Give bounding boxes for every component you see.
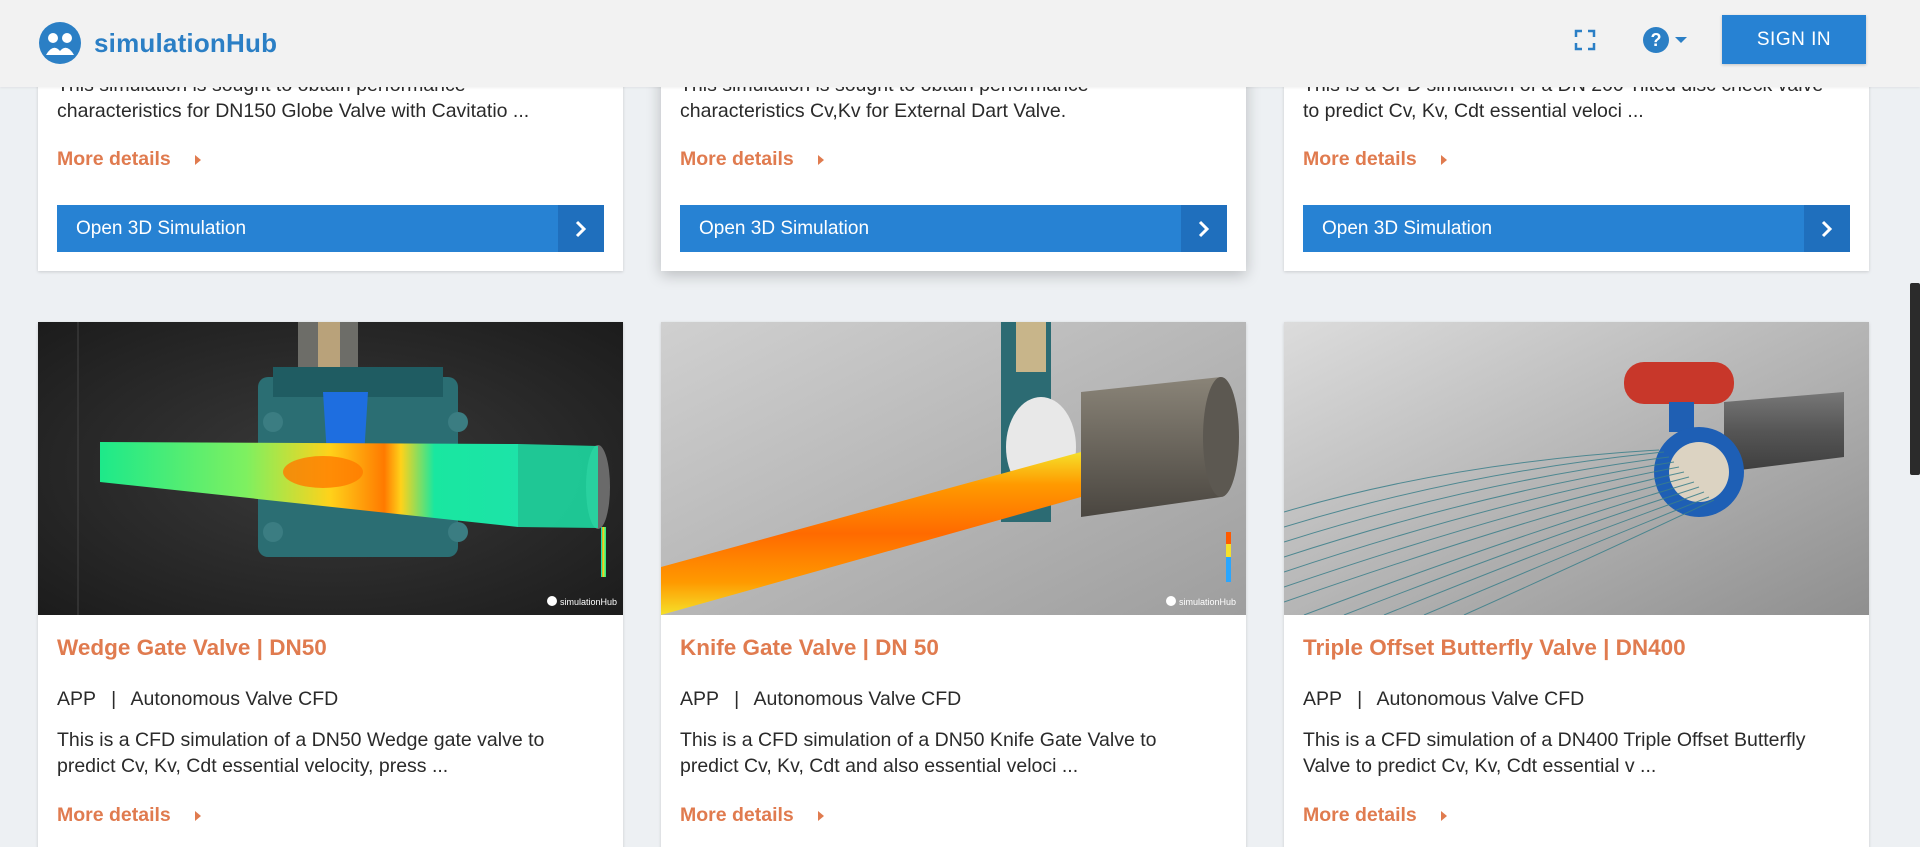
simulation-thumbnail[interactable]: simulationHub (38, 322, 623, 615)
brand-name[interactable]: simulationHub (94, 28, 277, 59)
top-navbar: simulationHub ? SIGN IN (0, 0, 1920, 87)
watermark-text: simulationHub (1179, 597, 1236, 607)
card-description: This is a CFD simulation of a DN50 Wedge… (57, 729, 545, 777)
svg-text:?: ? (1651, 30, 1662, 50)
simulation-thumbnail[interactable] (1284, 322, 1869, 615)
more-details-link[interactable]: More details (57, 804, 201, 827)
caret-right-icon (817, 810, 824, 821)
chevron-down-icon (1675, 37, 1687, 43)
simulation-card-butterfly-valve[interactable]: Triple Offset Butterfly Valve | DN400 AP… (1284, 322, 1869, 847)
card-meta: APP | Autonomous Valve CFD (1303, 688, 1585, 710)
caret-right-icon (1440, 810, 1447, 821)
chevron-right-icon (558, 205, 604, 252)
more-details-link[interactable]: More details (57, 148, 201, 171)
chevron-right-icon (1181, 205, 1227, 252)
caret-right-icon (194, 810, 201, 821)
fullscreen-icon[interactable] (1573, 28, 1597, 52)
logo-icon[interactable] (38, 21, 82, 65)
card-meta: APP | Autonomous Valve CFD (57, 688, 339, 710)
card-description: This is a CFD simulation of a DN50 Knife… (680, 729, 1157, 777)
more-details-link[interactable]: More details (680, 148, 824, 171)
card-title[interactable]: Knife Gate Valve | DN 50 (680, 635, 939, 661)
caret-right-icon (194, 154, 201, 165)
help-icon: ? (1643, 27, 1669, 53)
page-scrollbar[interactable] (1910, 283, 1920, 475)
open-3d-simulation-button[interactable]: Open 3D Simulation (680, 205, 1227, 252)
card-title[interactable]: Triple Offset Butterfly Valve | DN400 (1303, 635, 1686, 661)
open-3d-simulation-button[interactable]: Open 3D Simulation (1303, 205, 1850, 252)
simulation-card-knife-gate-valve[interactable]: simulationHub Knife Gate Valve | DN 50 A… (661, 322, 1246, 847)
caret-right-icon (1440, 154, 1447, 165)
more-details-link[interactable]: More details (1303, 804, 1447, 827)
card-title[interactable]: Wedge Gate Valve | DN50 (57, 635, 327, 661)
card-meta: APP | Autonomous Valve CFD (680, 688, 962, 710)
open-3d-simulation-button[interactable]: Open 3D Simulation (57, 205, 604, 252)
chevron-right-icon (1804, 205, 1850, 252)
card-description: This is a CFD simulation of a DN400 Trip… (1303, 729, 1806, 777)
sign-in-button[interactable]: SIGN IN (1722, 15, 1866, 64)
help-menu-button[interactable]: ? (1642, 24, 1692, 56)
simulation-thumbnail[interactable]: simulationHub (661, 322, 1246, 615)
simulation-card-wedge-gate-valve[interactable]: simulationHub Wedge Gate Valve | DN50 AP… (38, 322, 623, 847)
more-details-link[interactable]: More details (680, 804, 824, 827)
caret-right-icon (817, 154, 824, 165)
more-details-link[interactable]: More details (1303, 148, 1447, 171)
watermark-text: simulationHub (560, 597, 617, 607)
